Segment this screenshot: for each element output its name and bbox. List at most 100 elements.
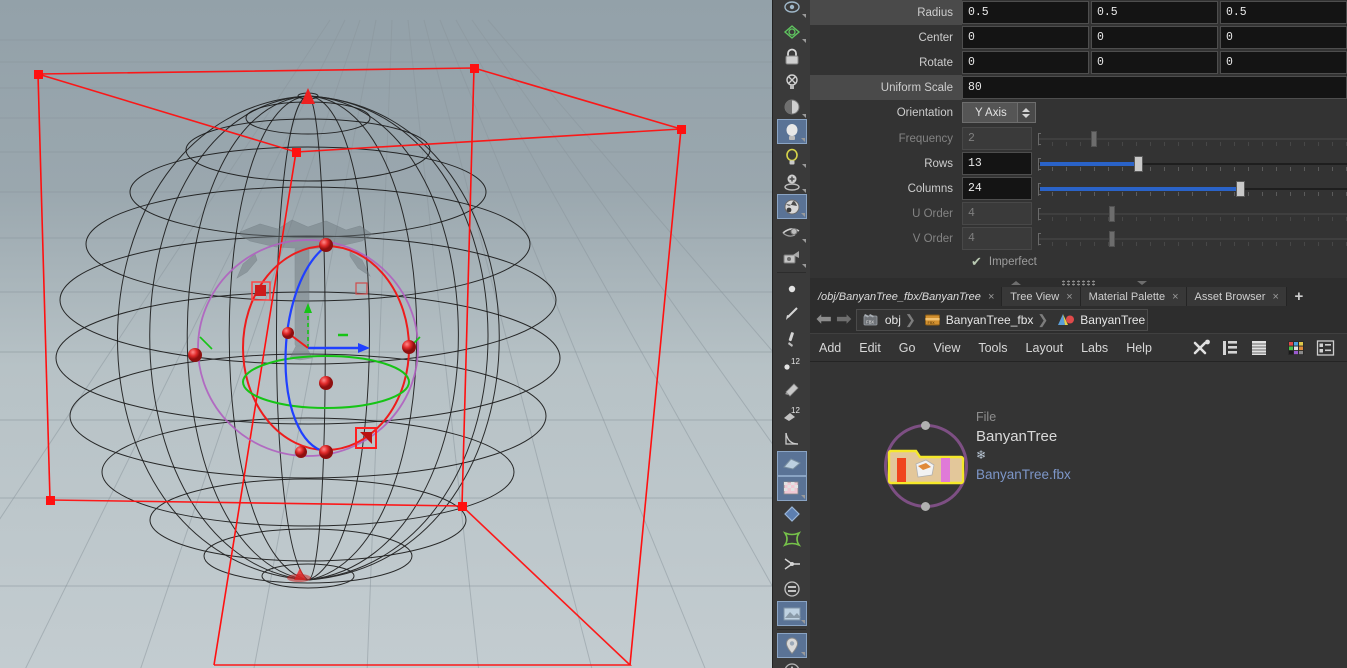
viewport-render [0, 19, 772, 668]
vector-icon[interactable] [777, 551, 807, 576]
info-icon[interactable] [777, 658, 807, 668]
network-editor-menubar[interactable]: Add Edit Go View Tools Layout Labs Help [810, 333, 1347, 362]
breadcrumb-item-obj[interactable]: FBX obj [857, 310, 903, 330]
imperfect-label: Imperfect [988, 256, 1037, 268]
normal-icon[interactable] [777, 301, 807, 326]
brush-icon[interactable] [777, 326, 807, 351]
breadcrumb-item-banyantree-fbx[interactable]: FBX BanyanTree_fbx [918, 310, 1036, 330]
texture-checker-icon[interactable] [776, 476, 807, 501]
tab-tree-view[interactable]: Tree View × [1002, 287, 1081, 306]
collapse-up-icon[interactable] [1010, 280, 1021, 285]
add-tab-button[interactable]: + [1287, 287, 1311, 306]
prim-number-icon[interactable]: 12 [777, 401, 807, 426]
u-order-field[interactable]: 4 [962, 202, 1032, 225]
collapse-down-icon[interactable] [1136, 280, 1147, 285]
chevron-updown-icon[interactable] [1016, 103, 1035, 122]
point-icon[interactable] [777, 276, 807, 301]
shaded-sphere-icon[interactable] [777, 94, 807, 119]
columns-slider[interactable] [1034, 177, 1347, 200]
arrow-right-icon[interactable]: ➡ [836, 310, 852, 329]
tab-asset-browser[interactable]: Asset Browser × [1186, 287, 1287, 306]
node-output-connector[interactable] [921, 502, 930, 511]
color-palette-icon[interactable] [1287, 339, 1305, 357]
svg-text:FBX: FBX [927, 322, 935, 326]
menu-view[interactable]: View [924, 341, 969, 355]
menu-edit[interactable]: Edit [850, 341, 890, 355]
snowflake-lock-flag-icon[interactable]: ❄ [976, 446, 1071, 465]
pin-marker-icon[interactable] [776, 633, 807, 658]
hierarchy-icon[interactable] [1222, 339, 1239, 357]
image-plane-icon[interactable] [776, 601, 807, 626]
rotate-y-field[interactable]: 0 [1091, 51, 1218, 74]
viewport-tool-column[interactable]: 12 12 [772, 0, 810, 668]
rows-field[interactable]: 13 [962, 152, 1032, 175]
material-sphere-icon[interactable] [776, 194, 807, 219]
center-x-field[interactable]: 0 [962, 26, 1089, 49]
menu-go[interactable]: Go [890, 341, 925, 355]
close-icon[interactable]: × [988, 291, 994, 303]
headlight-icon[interactable] [777, 144, 807, 169]
v-order-slider[interactable] [1034, 227, 1347, 250]
diamond-icon[interactable] [777, 501, 807, 526]
scene-viewport[interactable] [0, 0, 772, 668]
node-name-label: BanyanTree [976, 428, 1058, 445]
columns-field[interactable]: 24 [962, 177, 1032, 200]
list-view-icon[interactable] [1250, 339, 1268, 357]
point-number-icon[interactable]: 12 [777, 351, 807, 376]
rows-slider[interactable] [1034, 152, 1347, 175]
uniform-scale-field[interactable]: 80 [962, 76, 1347, 99]
uv-icon[interactable] [777, 526, 807, 551]
radius-x-field[interactable]: 0.5 [962, 1, 1089, 24]
light-bulb-icon[interactable] [776, 119, 807, 144]
v-order-field[interactable]: 4 [962, 227, 1032, 250]
lock-icon[interactable] [777, 44, 807, 69]
tab-banyantree-network[interactable]: /obj/BanyanTree_fbx/BanyanTree × [810, 287, 1003, 306]
shade-flat-icon[interactable] [776, 451, 807, 476]
breadcrumb-item-banyantree[interactable]: BanyanTree [1050, 310, 1147, 330]
camera-eye-icon[interactable] [777, 219, 807, 244]
radius-y-field[interactable]: 0.5 [1091, 1, 1218, 24]
u-order-slider[interactable] [1034, 202, 1347, 225]
radius-z-field[interactable]: 0.5 [1220, 1, 1347, 24]
orientation-dropdown[interactable]: Y Axis [962, 102, 1036, 123]
node-input-connector[interactable] [921, 421, 930, 430]
splitter-grip[interactable] [1060, 279, 1097, 286]
menu-add[interactable]: Add [810, 341, 850, 355]
paint-icon[interactable] [777, 376, 807, 401]
node-network-editor[interactable]: File BanyanTree ❄ BanyanTree.fbx sphere1 [810, 362, 1347, 668]
tab-material-palette[interactable]: Material Palette × [1080, 287, 1187, 306]
frequency-slider[interactable] [1034, 127, 1347, 150]
sphere-parameter-editor[interactable]: Radius 0.5 0.5 0.5 Center 0 0 0 Rotate 0… [810, 0, 1347, 278]
center-z-field[interactable]: 0 [1220, 26, 1347, 49]
curve-icon[interactable] [777, 426, 807, 451]
breadcrumb-path[interactable]: FBX obj ❯ FBX BanyanTree_fbx ❯ BanyanTre… [855, 308, 1149, 331]
handle-icon[interactable] [777, 19, 807, 44]
snapshot-icon[interactable] [777, 244, 807, 269]
file-node[interactable] [884, 421, 968, 511]
menu-tools[interactable]: Tools [969, 341, 1016, 355]
pane-splitter[interactable] [810, 278, 1347, 287]
node-file-label[interactable]: BanyanTree.fbx [976, 465, 1071, 484]
menu-help[interactable]: Help [1117, 341, 1161, 355]
add-light-icon[interactable] [777, 169, 807, 194]
rotate-z-field[interactable]: 0 [1220, 51, 1347, 74]
network-path-breadcrumb[interactable]: ⬅ ➡ FBX obj ❯ FBX BanyanTree_fbx ❯ Banya… [810, 306, 1347, 333]
select-icon[interactable] [777, 0, 807, 19]
disk-icon[interactable] [777, 576, 807, 601]
param-label: Uniform Scale [810, 75, 962, 100]
center-y-field[interactable]: 0 [1091, 26, 1218, 49]
menu-layout[interactable]: Layout [1017, 341, 1073, 355]
no-light-icon[interactable] [777, 69, 807, 94]
menu-labs[interactable]: Labs [1072, 341, 1117, 355]
close-icon[interactable]: × [1066, 291, 1072, 303]
arrow-left-icon[interactable]: ⬅ [816, 310, 832, 329]
grid-view-icon[interactable] [1316, 339, 1335, 357]
rotate-x-field[interactable]: 0 [962, 51, 1089, 74]
close-icon[interactable]: × [1272, 291, 1278, 303]
frequency-field[interactable]: 2 [962, 127, 1032, 150]
wrench-tools-icon[interactable] [1192, 338, 1211, 357]
node-body[interactable] [886, 447, 966, 485]
pane-tab-bar[interactable]: /obj/BanyanTree_fbx/BanyanTree × Tree Vi… [810, 287, 1347, 306]
close-icon[interactable]: × [1172, 291, 1178, 303]
imperfect-checkbox-row[interactable]: ✔ Imperfect [810, 251, 1347, 273]
